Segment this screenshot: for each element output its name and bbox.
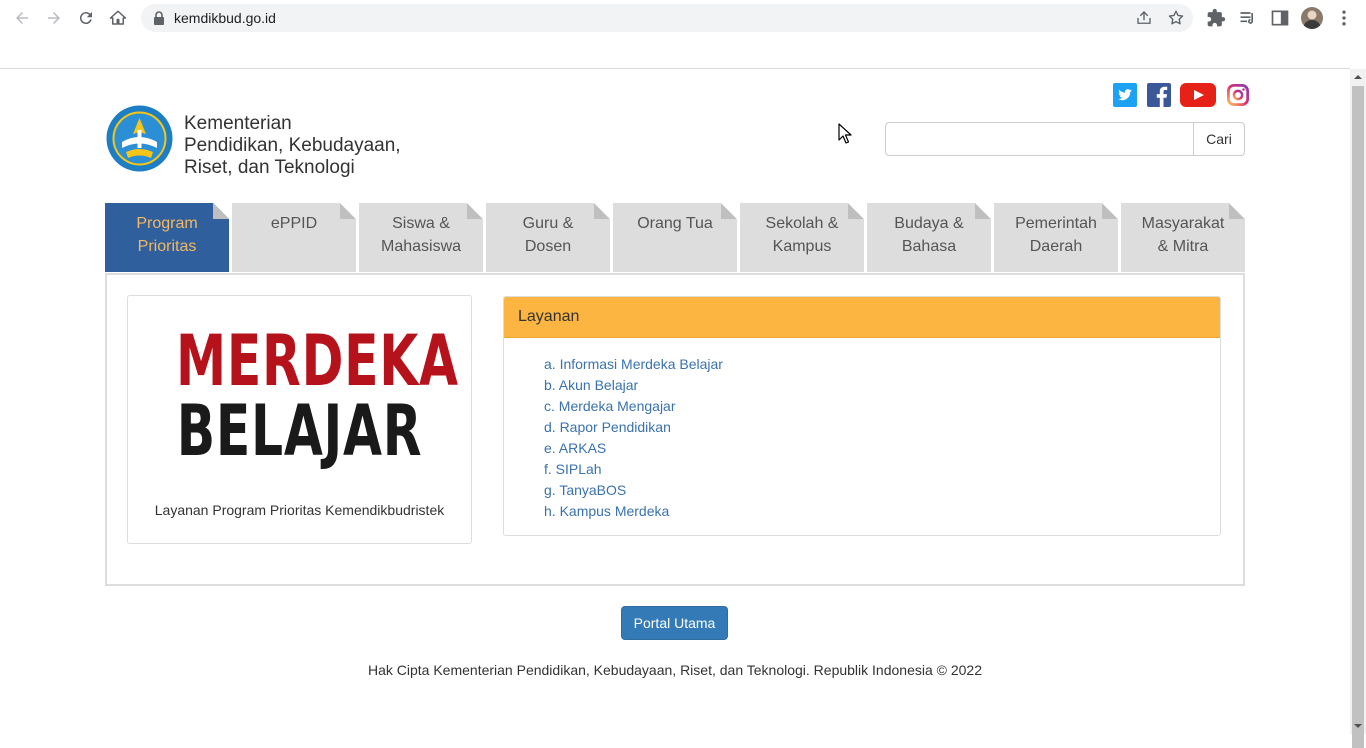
twitter-icon[interactable] <box>1113 83 1137 107</box>
layanan-link-informasi-merdeka-belajar[interactable]: a. Informasi Merdeka Belajar <box>544 354 1220 375</box>
tab-label: Siswa & <box>392 215 450 232</box>
url-text: kemdikbud.go.id <box>174 10 276 26</box>
reload-button[interactable] <box>74 6 98 30</box>
tab-label: Prioritas <box>137 238 197 255</box>
kebab-menu-icon[interactable] <box>1334 8 1354 28</box>
tab-budaya-bahasa[interactable]: Budaya & Bahasa <box>867 203 991 272</box>
tab-program-prioritas[interactable]: Program Prioritas <box>105 203 229 272</box>
profile-avatar[interactable] <box>1301 7 1323 29</box>
star-icon[interactable] <box>1167 9 1185 27</box>
tab-label: ePPID <box>270 215 318 232</box>
layanan-link-rapor-pendidikan[interactable]: d. Rapor Pendidikan <box>544 417 1220 438</box>
merdeka-belajar-card[interactable]: MERDEKA BELAJAR Layanan Program Priorita… <box>127 295 472 544</box>
address-bar[interactable]: kemdikbud.go.id <box>141 4 1193 32</box>
scroll-down-arrow-icon[interactable] <box>1350 718 1366 734</box>
tab-label: Guru & <box>522 215 574 232</box>
tab-label: Mahasiswa <box>380 238 462 255</box>
tab-sekolah-kampus[interactable]: Sekolah & Kampus <box>740 203 864 272</box>
organization-name: Kementerian Pendidikan, Kebudayaan, Rise… <box>184 113 401 179</box>
youtube-icon[interactable] <box>1180 83 1216 107</box>
tab-label: Bahasa <box>901 238 957 255</box>
arrow-left-icon <box>16 12 28 24</box>
layanan-link-arkas[interactable]: e. ARKAS <box>544 438 1220 459</box>
scrollbar-thumb[interactable] <box>1352 86 1364 748</box>
search-input[interactable] <box>886 123 1193 155</box>
tab-pemerintah-daerah[interactable]: Pemerintah Daerah <box>994 203 1118 272</box>
layanan-link-kampus-merdeka[interactable]: h. Kampus Merdeka <box>544 501 1220 522</box>
org-name-line1: Kementerian <box>184 113 292 134</box>
reload-icon <box>79 12 92 25</box>
tab-guru-dosen[interactable]: Guru & Dosen <box>486 203 610 272</box>
media-control-icon[interactable] <box>1238 8 1258 28</box>
tab-label: Orang Tua <box>637 215 713 232</box>
scroll-up-arrow-icon[interactable] <box>1350 69 1366 85</box>
tab-eppid[interactable]: ePPID <box>232 203 356 272</box>
home-button[interactable] <box>106 6 130 30</box>
tab-label: Program <box>136 215 198 232</box>
tab-orang-tua[interactable]: Orang Tua <box>613 203 737 272</box>
tab-label: & Mitra <box>1157 238 1209 255</box>
web-page: Kementerian Pendidikan, Kebudayaan, Rise… <box>0 69 1350 734</box>
tut-wuri-handayani-logo <box>106 105 173 172</box>
tab-siswa-mahasiswa[interactable]: Siswa & Mahasiswa <box>359 203 483 272</box>
back-button[interactable] <box>10 6 34 30</box>
layanan-list: a. Informasi Merdeka Belajar b. Akun Bel… <box>504 338 1220 522</box>
tab-masyarakat-mitra[interactable]: Masyarakat & Mitra <box>1121 203 1245 272</box>
layanan-link-akun-belajar[interactable]: b. Akun Belajar <box>544 375 1220 396</box>
category-tabs: Program Prioritas ePPID Siswa & Mahasisw… <box>105 203 1245 273</box>
browser-toolbar: kemdikbud.go.id <box>0 0 1366 36</box>
instagram-icon[interactable] <box>1227 84 1249 106</box>
footer-copyright: Hak Cipta Kementerian Pendidikan, Kebuda… <box>367 662 982 678</box>
lock-icon <box>154 11 164 25</box>
extensions-icon[interactable] <box>1206 8 1226 28</box>
arrow-right-icon <box>48 12 60 24</box>
layanan-link-merdeka-mengajar[interactable]: c. Merdeka Mengajar <box>544 396 1220 417</box>
home-icon <box>109 10 127 25</box>
tab-label: Masyarakat <box>1141 215 1225 232</box>
layanan-link-tanyabos[interactable]: g. TanyaBOS <box>544 480 1220 501</box>
tab-label: Dosen <box>524 238 572 255</box>
card-caption: Layanan Program Prioritas Kemendikbudris… <box>154 502 445 518</box>
search-button[interactable]: Cari <box>1193 123 1244 155</box>
page-scrollbar[interactable] <box>1350 69 1366 748</box>
layanan-panel: Layanan a. Informasi Merdeka Belajar b. … <box>503 296 1221 536</box>
layanan-link-siplah[interactable]: f. SIPLah <box>544 459 1220 480</box>
portal-utama-button[interactable]: Portal Utama <box>621 606 728 640</box>
side-panel-icon[interactable] <box>1270 8 1290 28</box>
share-icon[interactable] <box>1135 9 1153 27</box>
tab-label: Kampus <box>772 238 832 255</box>
facebook-icon[interactable] <box>1147 83 1171 107</box>
tab-label: Sekolah & <box>765 215 839 232</box>
tab-label: Daerah <box>1029 238 1083 255</box>
org-name-line3: Riset, dan Teknologi <box>184 157 355 178</box>
org-name-line2: Pendidikan, Kebudayaan, <box>184 135 401 156</box>
search-form: Cari <box>885 122 1245 156</box>
merdeka-belajar-logo-word2: BELAJAR <box>176 390 423 472</box>
mouse-cursor-icon <box>838 123 852 144</box>
merdeka-belajar-logo-word1: MERDEKA <box>176 320 459 402</box>
tab-label: Budaya & <box>894 215 964 232</box>
tab-label: Pemerintah <box>1015 215 1097 232</box>
forward-button[interactable] <box>42 6 66 30</box>
panel-title: Layanan <box>504 297 1220 338</box>
